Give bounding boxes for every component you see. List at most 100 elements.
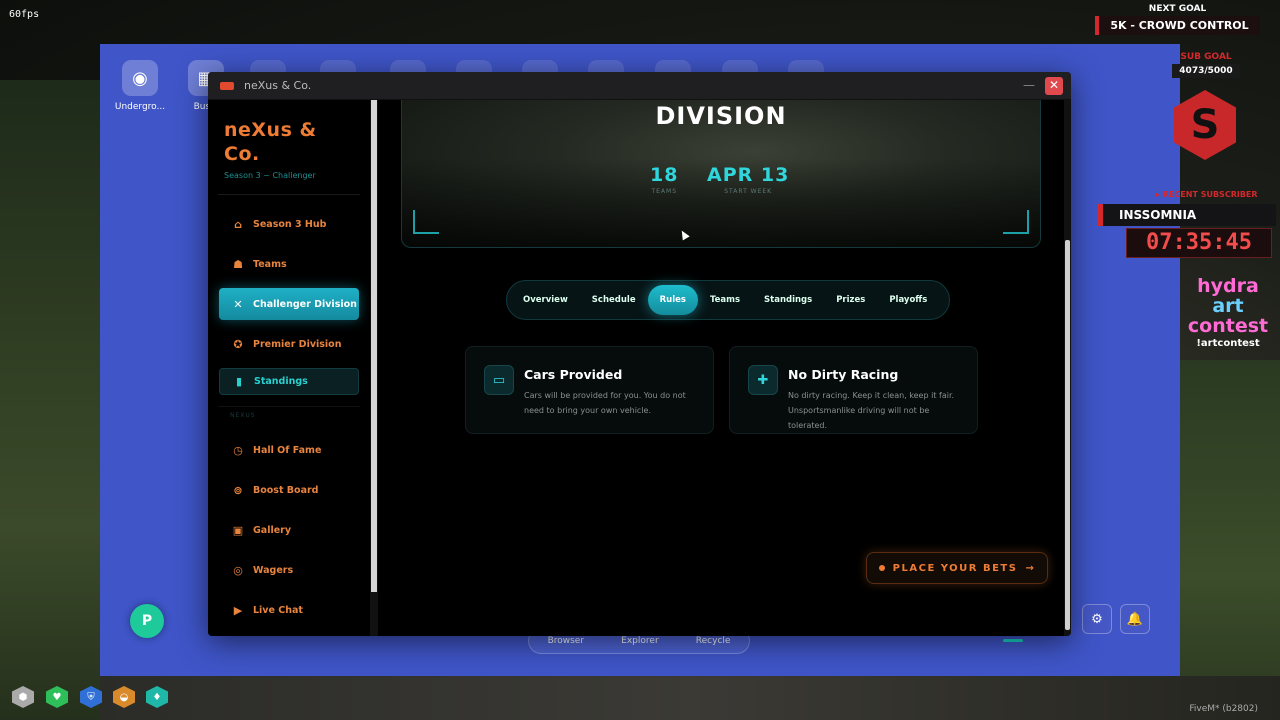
history-icon: ◷	[233, 443, 243, 457]
sidebar-item-gallery[interactable]: ▣ Gallery	[219, 514, 359, 546]
bar-chart-icon: ▮	[235, 375, 243, 388]
divider	[218, 194, 360, 195]
rule-description-line: Unsportsmanlike driving will not be tole…	[788, 406, 930, 430]
game-background-foliage-right	[1180, 360, 1280, 720]
sub-goal-label: SUB GOAL	[1180, 52, 1232, 62]
fps-counter: 60fps	[9, 9, 40, 20]
sidebar-item-boost-board[interactable]: ⊚ Boost Board	[219, 474, 359, 506]
sidebar-subitem-standings[interactable]: ▮ Standings	[219, 368, 359, 395]
car-icon: ▭	[484, 365, 514, 395]
build-label: FiveM* (b2802)	[1189, 704, 1258, 714]
stat-start-week: APR 13 START WEEK	[707, 164, 789, 195]
bell-icon: 🔔	[1126, 611, 1144, 627]
contest-command: !artcontest	[1196, 338, 1260, 349]
rule-description: No dirty racing. Keep it clean, keep it …	[788, 388, 961, 433]
sidebar-item-season-3-hub[interactable]: ⌂ Season 3 Hub	[219, 208, 359, 240]
tab-standings[interactable]: Standings	[752, 285, 824, 315]
tab-schedule[interactable]: Schedule	[580, 285, 648, 315]
turbo-icon: ◉	[122, 60, 158, 96]
desktop-icon-underground[interactable]: ◉ Undergro...	[110, 60, 170, 112]
notifications-button[interactable]: 🔔	[1120, 604, 1150, 634]
sidebar-item-label: Wagers	[253, 564, 294, 576]
taskbar-recycle[interactable]: Recycle	[696, 636, 731, 646]
scrollbar-thumb[interactable]	[1065, 240, 1070, 630]
nexus-app-window: neXus & Co. — ✕ neXus & Co. Season 3 ~ C…	[208, 72, 1071, 636]
contest-word: art	[1212, 295, 1244, 317]
gear-icon: ⚙	[1091, 611, 1103, 627]
sidebar-item-hall-of-fame[interactable]: ◷ Hall Of Fame	[219, 434, 359, 466]
phone-app-button[interactable]: P	[130, 604, 164, 638]
taskbar-browser[interactable]: Browser	[548, 636, 584, 646]
taskbar-explorer[interactable]: Explorer	[621, 636, 658, 646]
scrollbar-thumb[interactable]	[371, 100, 377, 592]
main-content: DIVISION 18 TEAMS APR 13 START WEEK Over…	[378, 100, 1064, 636]
contest-title: hydra art contest	[1180, 276, 1276, 336]
hero-heading: DIVISION	[655, 102, 787, 130]
sidebar-item-label: Teams	[253, 258, 287, 270]
sidebar: neXus & Co. Season 3 ~ Challenger ⌂ Seas…	[208, 100, 370, 636]
tab-rules[interactable]: Rules	[647, 285, 698, 315]
sidebar-scrollbar[interactable]	[370, 100, 378, 636]
stat-caption: TEAMS	[651, 188, 677, 195]
brand-subtitle: Season 3 ~ Challenger	[224, 171, 316, 180]
sub-goal-value: 4073/5000	[1172, 64, 1240, 78]
video-icon: ▶	[233, 603, 243, 617]
contest-word: contest	[1187, 315, 1269, 337]
brand: neXus & Co. Season 3 ~ Challenger	[224, 118, 354, 180]
button-label: PLACE YOUR BETS	[892, 562, 1018, 574]
rule-description-line: need to bring your own vehicle.	[524, 406, 652, 415]
minimize-button[interactable]: —	[1021, 78, 1037, 94]
sidebar-item-premier-division[interactable]: ✪ Premier Division	[219, 328, 359, 360]
corner-bracket	[413, 210, 439, 234]
contest-word: hydra	[1197, 275, 1259, 297]
place-your-bets-button[interactable]: PLACE YOUR BETS →	[866, 552, 1048, 584]
division-tabs: Overview Schedule Rules Teams Standings …	[506, 280, 950, 320]
tab-prizes[interactable]: Prizes	[824, 285, 877, 315]
settings-button[interactable]: ⚙	[1082, 604, 1112, 634]
rule-card-cars-provided: ▭ Cars Provided Cars will be provided fo…	[465, 346, 714, 434]
stat-value: APR 13	[707, 164, 790, 186]
streamer-logo-icon: S	[1174, 90, 1236, 160]
sidebar-item-label: Premier Division	[253, 338, 342, 350]
sidebar-item-label: Boost Board	[253, 484, 319, 496]
recent-subscriber-name: INSSOMNIA	[1098, 204, 1276, 226]
steering-wheel-icon: ⊚	[233, 483, 243, 497]
active-app-indicator	[1003, 639, 1023, 642]
sidebar-item-label: Live Chat	[253, 604, 303, 616]
crossed-swords-icon: ✕	[233, 297, 243, 311]
sidebar-item-live-chat[interactable]: ▶ Live Chat	[219, 594, 359, 626]
home-icon: ⌂	[234, 217, 242, 231]
window-title: neXus & Co.	[244, 79, 312, 92]
game-background-foliage-left	[0, 80, 100, 720]
stream-timer: 07:35:45	[1126, 228, 1272, 258]
sidebar-item-label: Challenger Division	[253, 298, 357, 310]
stat-value: 18	[650, 164, 679, 186]
stat-caption: START WEEK	[724, 188, 773, 195]
brand-name: neXus & Co.	[224, 119, 317, 165]
shield-plus-icon: ✚	[748, 365, 778, 395]
sidebar-item-label: Season 3 Hub	[253, 218, 327, 230]
next-goal-label: NEXT GOAL	[1148, 4, 1207, 14]
dot-icon	[878, 565, 885, 571]
tab-overview[interactable]: Overview	[511, 285, 580, 315]
tab-playoffs[interactable]: Playoffs	[877, 285, 939, 315]
main-scrollbar[interactable]	[1064, 100, 1071, 636]
recent-subscriber-label: ▸ RECENT SUBSCRIBER	[1156, 190, 1258, 199]
rule-description-line: No dirty racing. Keep it clean, keep it …	[788, 391, 955, 400]
people-icon: ☗	[233, 257, 243, 271]
sidebar-section-label: NEXUS	[230, 412, 256, 419]
sidebar-item-challenger-division[interactable]: ✕ Challenger Division	[219, 288, 359, 320]
window-titlebar[interactable]: neXus & Co. — ✕	[208, 72, 1071, 100]
sidebar-item-wagers[interactable]: ◎ Wagers	[219, 554, 359, 586]
division-hero-banner: DIVISION 18 TEAMS APR 13 START WEEK	[401, 100, 1041, 248]
rule-description-line: Cars will be provided for you. You do no…	[524, 391, 686, 400]
rule-description: Cars will be provided for you. You do no…	[524, 388, 697, 418]
tab-teams[interactable]: Teams	[698, 285, 752, 315]
rule-card-no-dirty-racing: ✚ No Dirty Racing No dirty racing. Keep …	[729, 346, 978, 434]
sidebar-item-teams[interactable]: ☗ Teams	[219, 248, 359, 280]
medal-icon: ✪	[233, 337, 243, 351]
close-button[interactable]: ✕	[1045, 77, 1063, 95]
divider	[218, 406, 360, 407]
next-goal-widget: NEXT GOAL 5K - CROWD CONTROL	[1095, 4, 1260, 35]
coin-icon: ◎	[233, 563, 243, 577]
